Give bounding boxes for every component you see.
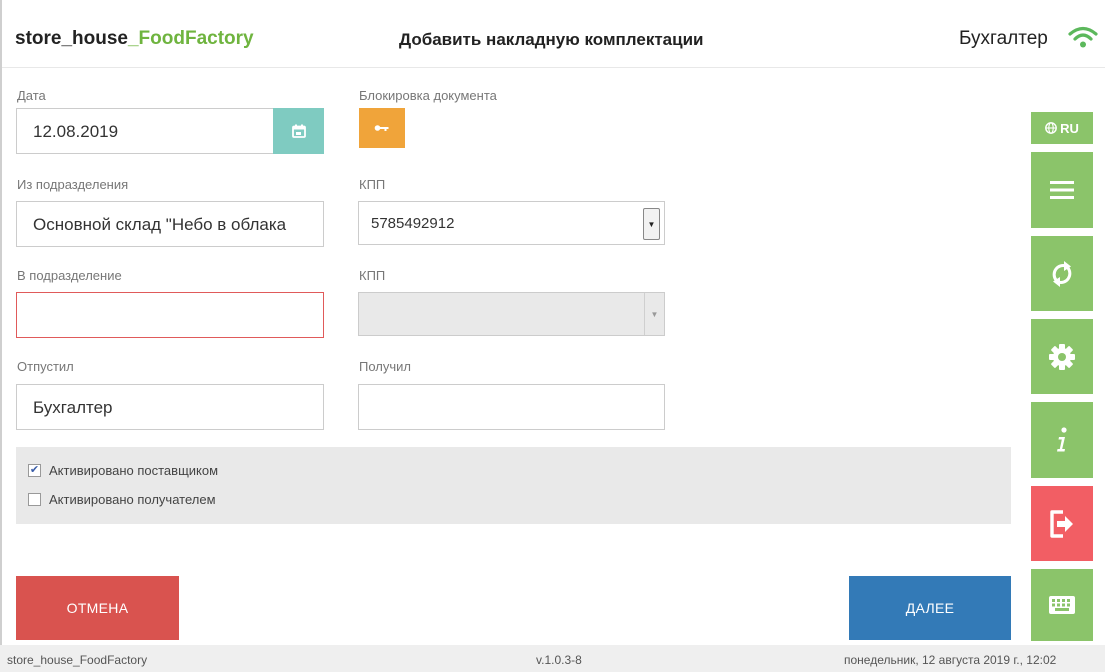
next-button[interactable]: ДАЛЕЕ	[849, 576, 1011, 640]
lock-document-button[interactable]	[359, 108, 405, 148]
receiver-activated-label: Активировано получателем	[49, 492, 216, 507]
wifi-icon	[1068, 26, 1098, 48]
from-department-label: Из подразделения	[17, 177, 129, 192]
gear-icon	[1049, 343, 1075, 370]
language-label: RU	[1060, 120, 1079, 136]
from-department-field[interactable]: Основной склад "Небо в облака	[16, 201, 324, 247]
brand-accent: _FoodFactory	[127, 28, 254, 49]
globe-icon	[1045, 122, 1058, 134]
supplier-activated-row[interactable]: ✔ Активировано поставщиком	[28, 463, 218, 478]
receiver-activated-checkbox[interactable]	[28, 493, 41, 506]
logout-icon	[1050, 509, 1073, 538]
info-button[interactable]	[1031, 402, 1093, 478]
kpp-to-label: КПП	[359, 268, 386, 283]
supplier-activated-label: Активировано поставщиком	[49, 463, 219, 478]
page-title: Добавить накладную комплектации	[399, 30, 704, 49]
menu-icon	[1050, 181, 1074, 199]
cancel-button[interactable]: ОТМЕНА	[16, 576, 179, 640]
supplier-activated-checkbox[interactable]: ✔	[28, 464, 41, 477]
activation-panel: ✔ Активировано поставщиком Активировано …	[16, 447, 1011, 524]
to-department-label: В подразделение	[17, 268, 122, 283]
info-icon	[1057, 427, 1067, 452]
menu-button[interactable]	[1031, 152, 1093, 228]
sync-button[interactable]	[1031, 236, 1093, 311]
kpp-from-label: КПП	[359, 177, 386, 192]
app-header: store_house_FoodFactory Добавить накладн…	[2, 0, 1105, 68]
calendar-icon	[291, 124, 306, 138]
to-department-field[interactable]	[16, 292, 324, 338]
status-bar: store_house_FoodFactory v.1.0.3-8 понеде…	[0, 645, 1105, 672]
keyboard-button[interactable]	[1031, 569, 1093, 641]
window-border	[0, 0, 2, 645]
receiver-activated-row[interactable]: Активировано получателем	[28, 492, 216, 507]
released-by-field[interactable]: Бухгалтер	[16, 384, 324, 430]
logout-button[interactable]	[1031, 486, 1093, 561]
kpp-from-value: 5785492912	[371, 215, 455, 232]
footer-datetime: понедельник, 12 августа 2019 г., 12:02	[844, 653, 1057, 667]
key-icon	[374, 125, 389, 131]
brand-main: store_house	[15, 28, 128, 49]
kpp-to-select: ▼	[358, 292, 665, 336]
received-by-label: Получил	[359, 359, 411, 374]
current-user[interactable]: Бухгалтер	[959, 28, 1048, 50]
footer-app-name: store_house_FoodFactory	[7, 653, 148, 667]
settings-button[interactable]	[1031, 319, 1093, 394]
date-field[interactable]: 12.08.2019	[16, 108, 274, 154]
lock-label: Блокировка документа	[359, 88, 497, 103]
received-by-field[interactable]	[358, 384, 665, 430]
kpp-from-dropdown-arrow[interactable]: ▼	[643, 208, 660, 240]
calendar-button[interactable]	[273, 108, 324, 154]
kpp-to-dropdown-arrow: ▼	[644, 293, 664, 335]
language-button[interactable]: RU	[1031, 112, 1093, 144]
date-label: Дата	[17, 88, 46, 103]
released-by-label: Отпустил	[17, 359, 74, 374]
brand-logo: store_house_FoodFactory	[15, 28, 254, 50]
sync-icon	[1052, 260, 1072, 287]
footer-version: v.1.0.3-8	[536, 653, 582, 667]
keyboard-icon	[1049, 596, 1075, 614]
kpp-from-select[interactable]: 5785492912 ▼	[358, 201, 665, 245]
